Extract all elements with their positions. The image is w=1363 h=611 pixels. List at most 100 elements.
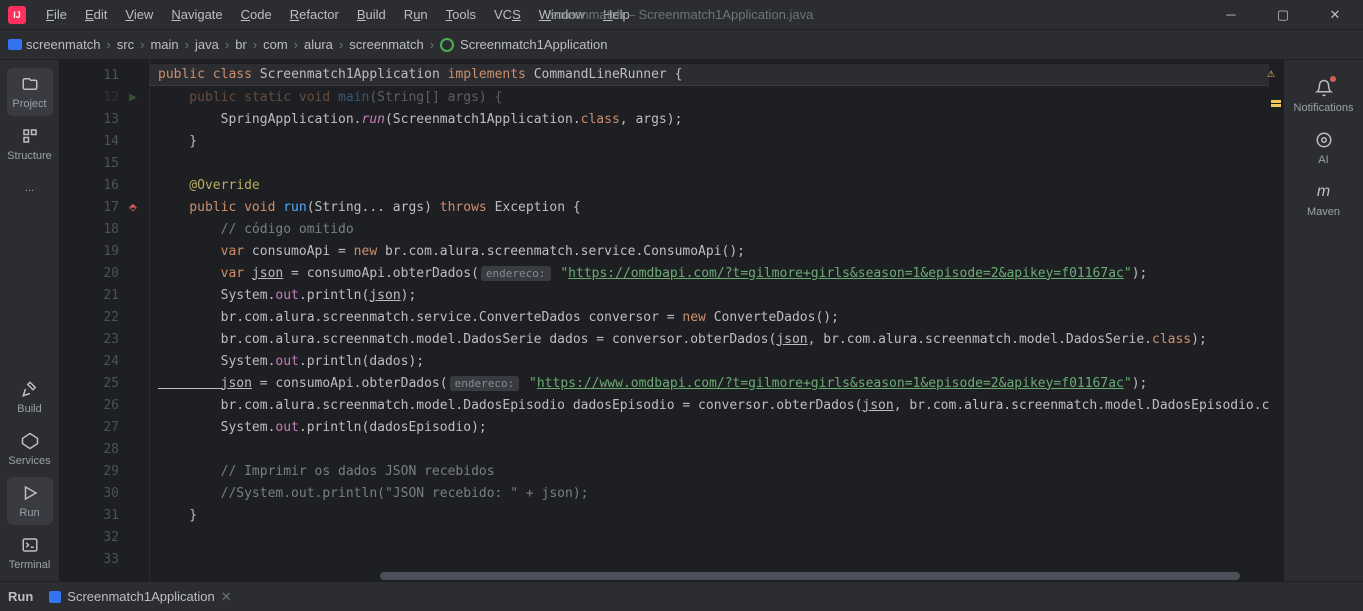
menu-edit[interactable]: Edit	[77, 3, 115, 26]
sidebar-run[interactable]: Run	[7, 477, 53, 525]
inlay-hint: endereco:	[450, 376, 520, 391]
menu-refactor[interactable]: Refactor	[282, 3, 347, 26]
menu-code[interactable]: Code	[233, 3, 280, 26]
menu-build[interactable]: Build	[349, 3, 394, 26]
line-num: 32	[60, 526, 149, 548]
crumb-src[interactable]: src	[117, 37, 134, 52]
code-line: }	[150, 504, 1283, 526]
hammer-icon	[20, 379, 40, 399]
app-icon: IJ	[8, 6, 26, 24]
line-num: 12 ▶	[60, 86, 149, 108]
line-num: 13	[60, 108, 149, 130]
menu-tools[interactable]: Tools	[438, 3, 484, 26]
close-button[interactable]: ✕	[1315, 1, 1355, 29]
sidebar-label: Notifications	[1294, 102, 1354, 114]
h-scrollbar[interactable]	[240, 571, 1269, 581]
crumb-root[interactable]: screenmatch	[8, 37, 100, 52]
scroll-mark[interactable]	[1271, 100, 1281, 103]
services-icon	[20, 431, 40, 451]
line-num: 30	[60, 482, 149, 504]
terminal-icon	[20, 535, 40, 555]
line-num: 27	[60, 416, 149, 438]
code-line: public static void main(String[] args) {	[150, 86, 1283, 108]
line-num: 23	[60, 328, 149, 350]
sidebar-terminal[interactable]: Terminal	[7, 529, 53, 577]
menu-run[interactable]: Run	[396, 3, 436, 26]
more-icon: ...	[20, 178, 40, 198]
line-num: 24	[60, 350, 149, 372]
code-line: br.com.alura.screenmatch.model.DadosEpis…	[150, 394, 1283, 416]
code-line: br.com.alura.screenmatch.model.DadosSeri…	[150, 328, 1283, 350]
code-line: // Imprimir os dados JSON recebidos	[150, 460, 1283, 482]
gutter: 11 12▶ 13 14 15 16 17⬘ 18 19 20 21 22 23…	[60, 60, 150, 581]
line-num: 29	[60, 460, 149, 482]
menu-navigate[interactable]: Navigate	[163, 3, 230, 26]
class-icon	[440, 38, 454, 52]
sidebar-label: Terminal	[9, 559, 51, 571]
override-gutter-icon[interactable]: ⬘	[129, 200, 143, 214]
warning-icon[interactable]: ⚠	[1267, 66, 1275, 81]
code-line	[150, 152, 1283, 174]
code-line: // código omitido	[150, 218, 1283, 240]
sidebar-maven[interactable]: m Maven	[1284, 174, 1363, 226]
crumb-java[interactable]: java	[195, 37, 219, 52]
line-num: 20	[60, 262, 149, 284]
code-line	[150, 438, 1283, 460]
code-line: public void run(String... args) throws E…	[150, 196, 1283, 218]
code-line: //System.out.println("JSON recebido: " +…	[150, 482, 1283, 504]
crumb-sep: ›	[225, 37, 229, 52]
crumb-sep: ›	[339, 37, 343, 52]
crumb-class[interactable]: Screenmatch1Application	[440, 37, 607, 52]
bottom-tab[interactable]: Screenmatch1Application ✕	[49, 589, 231, 605]
menu-view[interactable]: View	[117, 3, 161, 26]
sidebar-services[interactable]: Services	[7, 425, 53, 473]
sidebar-ai[interactable]: AI	[1284, 122, 1363, 174]
sidebar-project[interactable]: Project	[7, 68, 53, 116]
right-sidebar: Notifications AI m Maven	[1283, 60, 1363, 581]
line-num: 19	[60, 240, 149, 262]
crumb-sep: ›	[140, 37, 144, 52]
maximize-button[interactable]: ▢	[1263, 1, 1303, 29]
code-line: @Override	[150, 174, 1283, 196]
code-area[interactable]: ⚠ public class Screenmatch1Application i…	[150, 60, 1283, 581]
editor-area[interactable]: 11 12▶ 13 14 15 16 17⬘ 18 19 20 21 22 23…	[60, 60, 1283, 581]
scroll-mark[interactable]	[1271, 104, 1281, 107]
window-title: screenmatch – Screenmatch1Application.ja…	[550, 7, 814, 22]
h-scroll-thumb[interactable]	[380, 572, 1240, 580]
crumb-alura[interactable]: alura	[304, 37, 333, 52]
crumb-com[interactable]: com	[263, 37, 288, 52]
minimize-button[interactable]: ─	[1211, 1, 1251, 29]
crumb-br[interactable]: br	[235, 37, 247, 52]
line-num: 11	[60, 64, 149, 86]
num: 12	[103, 90, 119, 105]
line-num: 18	[60, 218, 149, 240]
line-num: 26	[60, 394, 149, 416]
bottom-run-label[interactable]: Run	[8, 589, 33, 604]
menu-vcs[interactable]: VCS	[486, 3, 529, 26]
sidebar-structure[interactable]: Structure	[7, 120, 53, 168]
code-line: }	[150, 130, 1283, 152]
line-num: 25	[60, 372, 149, 394]
crumb-main[interactable]: main	[150, 37, 178, 52]
scroll-strip[interactable]	[1269, 60, 1283, 581]
sticky-line: public class Screenmatch1Application imp…	[150, 64, 1283, 86]
line-num: 17⬘	[60, 196, 149, 218]
window-controls: ─ ▢ ✕	[1211, 1, 1355, 29]
bottom-tab-label: Screenmatch1Application	[67, 589, 214, 604]
crumb-pkg[interactable]: screenmatch	[349, 37, 423, 52]
sidebar-label: Run	[19, 507, 39, 519]
menu-file[interactable]: File	[38, 3, 75, 26]
sidebar-notifications[interactable]: Notifications	[1284, 70, 1363, 122]
crumb-sep: ›	[253, 37, 257, 52]
sidebar-label: Project	[12, 98, 46, 110]
sidebar-more[interactable]: ...	[7, 172, 53, 204]
line-num: 14	[60, 130, 149, 152]
code-line: var consumoApi = new br.com.alura.screen…	[150, 240, 1283, 262]
menu-bar: File Edit View Navigate Code Refactor Bu…	[38, 3, 638, 26]
crumb-sep: ›	[294, 37, 298, 52]
folder-icon	[8, 39, 22, 50]
close-icon[interactable]: ✕	[221, 589, 232, 605]
structure-icon	[20, 126, 40, 146]
run-gutter-icon[interactable]: ▶	[129, 90, 143, 104]
sidebar-build[interactable]: Build	[7, 373, 53, 421]
